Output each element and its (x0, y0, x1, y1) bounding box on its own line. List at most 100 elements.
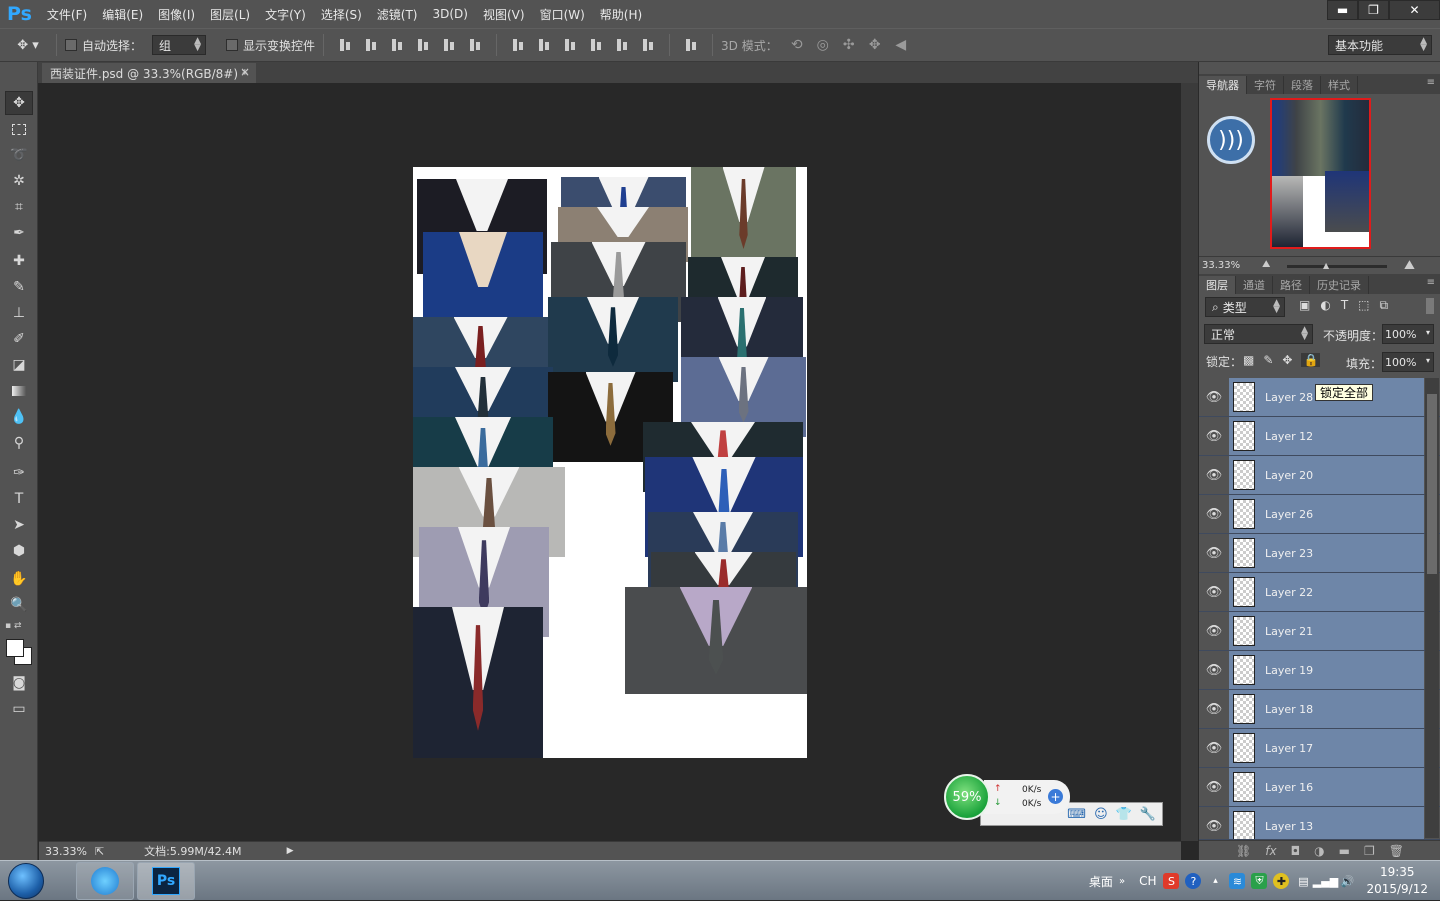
menu-edit[interactable]: 编辑(E) (102, 6, 143, 23)
filter-type-icon[interactable]: T (1341, 298, 1348, 313)
share-icon[interactable]: ⇱ (95, 845, 104, 858)
quick-mask-icon[interactable]: ◙ (5, 671, 33, 695)
opacity-input[interactable]: 100% ▾ (1382, 324, 1434, 344)
menu-filter[interactable]: 滤镜(T) (377, 6, 418, 23)
menu-type[interactable]: 文字(Y) (265, 6, 306, 23)
zoom-slider[interactable] (1287, 265, 1387, 268)
shape-tool-icon[interactable]: ⬢ (5, 539, 33, 563)
chevron-right-icon[interactable]: » (1119, 876, 1125, 887)
layer-item[interactable]: Layer 17 (1229, 729, 1424, 767)
layer-row[interactable]: 👁 Layer 23 (1199, 534, 1440, 573)
lock-transparent-icon[interactable]: ▩ (1243, 353, 1254, 367)
menu-window[interactable]: 窗口(W) (540, 6, 585, 23)
screen-mode-icon[interactable]: ▭ (5, 697, 33, 721)
blend-mode-dropdown[interactable]: 正常 ▲ ▼ (1204, 324, 1313, 344)
panel-menu-icon[interactable]: ≡ (1427, 77, 1435, 88)
move-tool-preset-icon[interactable]: ✥ ▾ (8, 38, 48, 53)
lock-pixels-icon[interactable]: ✎ (1263, 353, 1273, 367)
rotate-3d-icon[interactable]: ⟲ (788, 37, 806, 53)
memory-usage-circle[interactable]: 59% (944, 774, 990, 820)
eraser-tool-icon[interactable]: ◪ (5, 353, 33, 377)
layer-item[interactable]: Layer 18 (1229, 690, 1424, 728)
visibility-eye-icon[interactable]: 👁 (1199, 573, 1229, 611)
user-icon[interactable]: ☺ (1094, 807, 1108, 822)
eyedropper-tool-icon[interactable]: ✒ (5, 221, 33, 245)
zoom-out-icon[interactable]: ⛰ (1262, 259, 1270, 270)
desktop-toolbar-label[interactable]: 桌面 (1089, 873, 1113, 890)
adjustment-layer-icon[interactable]: ◑ (1314, 844, 1324, 858)
fill-input[interactable]: 100% ▾ (1382, 352, 1434, 372)
network-tray-icon[interactable]: ▤ (1295, 873, 1311, 889)
hand-tool-icon[interactable]: ✋ (5, 567, 33, 591)
scale-3d-icon[interactable]: ◀ (892, 37, 910, 53)
keyboard-icon[interactable]: ⌨ (1067, 807, 1086, 822)
tab-channels[interactable]: 通道 (1236, 276, 1273, 294)
layer-item[interactable]: Layer 12 (1229, 417, 1424, 455)
filter-smart-object-icon[interactable]: ⧉ (1380, 298, 1389, 313)
navigator-zoom-value[interactable]: 33.33% (1202, 260, 1240, 271)
align-right-icon[interactable] (468, 38, 482, 52)
filter-pixel-icon[interactable]: ▣ (1299, 298, 1310, 313)
menu-select[interactable]: 选择(S) (321, 6, 362, 23)
layer-row[interactable]: 👁 Layer 22 (1199, 573, 1440, 612)
clock[interactable]: 19:35 2015/9/12 (1366, 864, 1428, 898)
status-zoom[interactable]: 33.33% (45, 845, 87, 858)
delete-layer-icon[interactable]: 🗑 (1389, 844, 1404, 858)
visibility-eye-icon[interactable]: 👁 (1199, 456, 1229, 494)
workspace-dropdown[interactable]: 基本功能 ▲ ▼ (1328, 35, 1432, 55)
distribute-bottom-icon[interactable] (563, 38, 577, 52)
pen-tool-icon[interactable]: ✑ (5, 461, 33, 485)
layer-row[interactable]: 👁 Layer 21 (1199, 612, 1440, 651)
plus-icon[interactable]: + (1048, 789, 1063, 804)
magic-wand-tool-icon[interactable]: ✲ (5, 169, 33, 193)
auto-select-dropdown[interactable]: 组 ▲ ▼ (152, 35, 207, 55)
layer-item[interactable]: Layer 20 (1229, 456, 1424, 494)
new-group-icon[interactable]: ▬ (1339, 844, 1350, 858)
layers-scrollbar-thumb[interactable] (1427, 394, 1437, 574)
visibility-eye-icon[interactable]: 👁 (1199, 768, 1229, 806)
align-horizontal-center-icon[interactable] (442, 38, 456, 52)
tab-layers[interactable]: 图层 (1199, 276, 1236, 294)
align-vertical-center-icon[interactable] (364, 38, 378, 52)
layer-filter-dropdown[interactable]: ⌕ 类型 ▲ ▼ (1205, 297, 1285, 317)
status-menu-arrow-icon[interactable]: ▶ (287, 846, 294, 856)
distribute-left-icon[interactable] (589, 38, 603, 52)
visibility-eye-icon[interactable]: 👁 (1199, 378, 1229, 416)
menu-file[interactable]: 文件(F) (47, 6, 87, 23)
taskbar-app-photoshop[interactable]: Ps (137, 862, 195, 900)
dodge-tool-icon[interactable]: ⚲ (5, 431, 33, 455)
layers-scrollbar[interactable] (1425, 378, 1439, 838)
visibility-eye-icon[interactable]: 👁 (1199, 534, 1229, 572)
visibility-eye-icon[interactable]: 👁 (1199, 729, 1229, 767)
signal-icon[interactable]: ▂▄▆ (1313, 873, 1338, 889)
help-icon[interactable]: ? (1185, 873, 1202, 889)
tab-history[interactable]: 历史记录 (1310, 276, 1369, 294)
swap-colors-icon[interactable]: ▪ ⇄ (5, 621, 33, 633)
tab-styles[interactable]: 样式 (1321, 76, 1358, 94)
tab-paragraph[interactable]: 段落 (1284, 76, 1321, 94)
zoom-in-icon[interactable]: ⛰ (1404, 258, 1415, 273)
path-selection-tool-icon[interactable]: ➤ (5, 513, 33, 537)
brush-tool-icon[interactable]: ✎ (5, 275, 33, 299)
visibility-eye-icon[interactable]: 👁 (1199, 651, 1229, 689)
layer-row[interactable]: 👁 Layer 19 (1199, 651, 1440, 690)
blur-tool-icon[interactable]: 💧 (5, 405, 33, 429)
menu-help[interactable]: 帮助(H) (600, 6, 642, 23)
filter-shape-icon[interactable]: ⬚ (1358, 298, 1369, 313)
filter-toggle[interactable] (1426, 298, 1434, 314)
auto-select-checkbox[interactable] (65, 39, 77, 51)
layer-row[interactable]: 👁 Layer 17 (1199, 729, 1440, 768)
show-hidden-icons[interactable]: ▴ (1207, 873, 1223, 889)
lasso-tool-icon[interactable]: ➰ (5, 143, 33, 167)
foreground-color-swatch[interactable] (6, 639, 24, 657)
menu-layer[interactable]: 图层(L) (210, 6, 250, 23)
align-top-icon[interactable] (338, 38, 352, 52)
layer-row[interactable]: 👁 Layer 12 (1199, 417, 1440, 456)
layer-row[interactable]: 👁 Layer 20 (1199, 456, 1440, 495)
layer-item[interactable]: Layer 22 (1229, 573, 1424, 611)
canvas-vertical-scrollbar[interactable] (1181, 83, 1198, 841)
close-button[interactable]: ✕ (1389, 0, 1440, 20)
network-speed-widget[interactable]: ↑ 0K/s ↓ 0K/s + 59% (944, 774, 1070, 822)
history-brush-tool-icon[interactable]: ✐ (5, 327, 33, 351)
shirt-icon[interactable]: 👕 (1116, 807, 1132, 822)
